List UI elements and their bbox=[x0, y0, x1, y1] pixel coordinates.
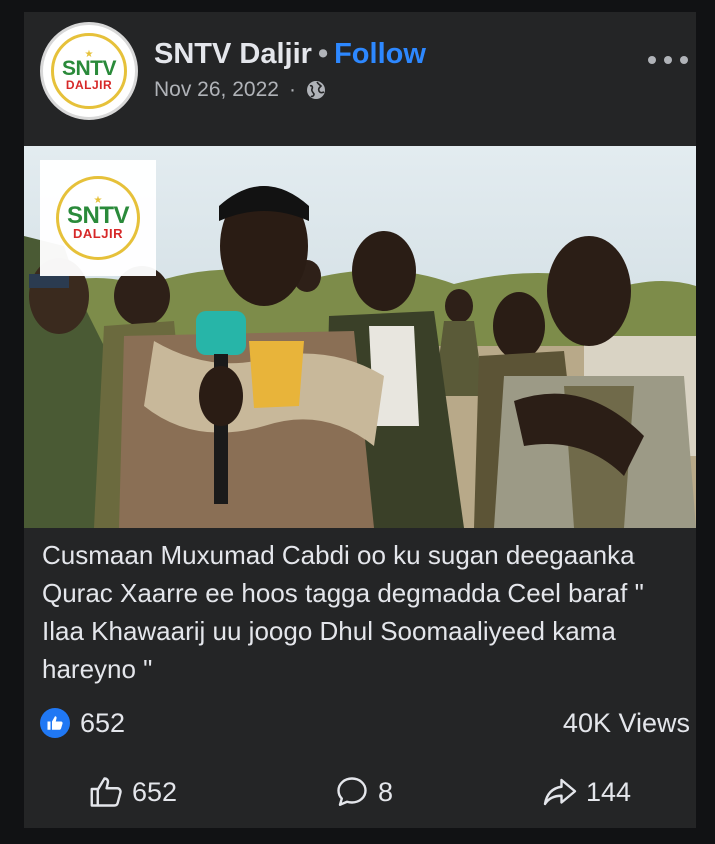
like-button[interactable]: 652 bbox=[88, 772, 177, 812]
share-count: 144 bbox=[586, 776, 632, 807]
post-caption: Cusmaan Muxumad Cabdi oo ku sugan deegaa… bbox=[42, 540, 644, 684]
post-date[interactable]: Nov 26, 2022 bbox=[154, 78, 279, 102]
follow-button[interactable]: Follow bbox=[334, 38, 426, 70]
post-meta: Nov 26, 2022 · bbox=[154, 78, 326, 102]
share-icon bbox=[543, 778, 577, 806]
page-avatar[interactable]: ★ SNTV DALJIR bbox=[40, 22, 138, 120]
page-name[interactable]: SNTV Daljir bbox=[154, 38, 312, 70]
share-button[interactable]: 144 bbox=[542, 772, 631, 812]
sntv-daljir-logo: ★ SNTV DALJIR bbox=[51, 33, 127, 109]
logo-line1: SNTV bbox=[61, 57, 117, 80]
page-name-row: SNTV Daljir • Follow bbox=[154, 38, 426, 71]
logo-line2: DALJIR bbox=[65, 78, 113, 92]
globe-icon[interactable] bbox=[306, 80, 326, 100]
meta-separator: · bbox=[288, 78, 296, 101]
name-separator: • bbox=[317, 38, 329, 70]
views-count: 40K Views bbox=[562, 708, 690, 738]
video-watermark-logo: ★ SNTV DALJIR bbox=[40, 160, 156, 276]
like-count: 652 bbox=[132, 776, 178, 807]
thumbs-up-icon bbox=[90, 777, 122, 807]
comment-button[interactable]: 8 bbox=[334, 772, 393, 812]
post-stats: 652 40K Views bbox=[40, 706, 690, 740]
post-card: ★ SNTV DALJIR SNTV Daljir • Follow Nov 26,… bbox=[24, 12, 696, 828]
reactions-count[interactable]: 652 bbox=[80, 708, 125, 739]
watermark-line1: SNTV bbox=[66, 202, 130, 229]
comment-count: 8 bbox=[378, 776, 394, 807]
more-options-icon[interactable] bbox=[648, 50, 688, 70]
like-reaction-icon[interactable] bbox=[40, 708, 70, 738]
comment-icon bbox=[337, 777, 367, 806]
post-header: ★ SNTV DALJIR SNTV Daljir • Follow Nov 26,… bbox=[24, 12, 696, 144]
watermark-line2: DALJIR bbox=[73, 226, 123, 241]
post-actions: 652 8 144 bbox=[24, 772, 696, 812]
post-video[interactable]: ★ SNTV DALJIR bbox=[24, 146, 696, 528]
